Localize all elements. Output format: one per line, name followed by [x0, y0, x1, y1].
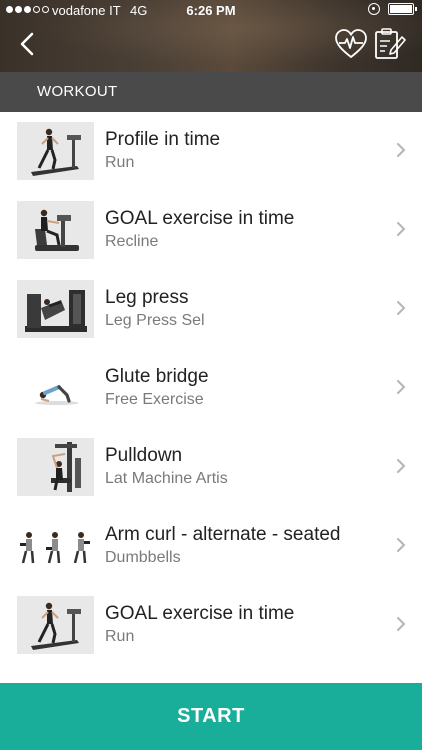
- exercise-subtitle: Run: [105, 628, 135, 645]
- clipboard-button[interactable]: [372, 28, 406, 60]
- chevron-right-icon: [397, 222, 406, 236]
- recline-bike-image: [17, 201, 94, 259]
- leg-press-image: [17, 280, 94, 338]
- exercise-row[interactable]: Pulldown Lat Machine Artis: [0, 428, 422, 507]
- chevron-right-icon: [397, 459, 406, 473]
- health-button[interactable]: [334, 28, 368, 60]
- exercise-title: Glute bridge: [105, 366, 209, 387]
- chevron-right-icon: [397, 380, 406, 394]
- back-chevron-icon: [20, 32, 34, 56]
- exercise-subtitle: Leg Press Sel: [105, 312, 205, 329]
- exercise-row[interactable]: Profile in time Run: [0, 112, 422, 191]
- exercise-thumbnail: [17, 122, 94, 180]
- exercise-title: GOAL exercise in time: [105, 603, 295, 624]
- clipboard-edit-icon: [375, 28, 406, 59]
- header: vodafone IT 4G 6:26 PM: [0, 0, 422, 72]
- treadmill-image: [17, 596, 94, 654]
- exercise-subtitle: Recline: [105, 233, 159, 250]
- exercise-thumbnail: [17, 280, 94, 338]
- heart-rate-icon: [335, 29, 367, 59]
- treadmill-image: [17, 122, 94, 180]
- back-button[interactable]: [14, 30, 42, 58]
- glute-bridge-image: [17, 359, 94, 417]
- exercise-thumbnail: [17, 596, 94, 654]
- exercise-title: GOAL exercise in time: [105, 208, 295, 229]
- exercise-row[interactable]: GOAL exercise in time Recline: [0, 191, 422, 270]
- exercise-title: Arm curl - alternate - seated: [105, 524, 341, 545]
- exercise-thumbnail: [17, 438, 94, 496]
- battery-icon: [388, 3, 417, 15]
- status-right: [368, 3, 417, 15]
- lat-pulldown-image: [17, 438, 94, 496]
- exercise-thumbnail: [17, 201, 94, 259]
- chevron-right-icon: [397, 301, 406, 315]
- status-bar: vodafone IT 4G 6:26 PM: [0, 0, 422, 22]
- rotation-lock-icon: [368, 3, 380, 15]
- section-title: WORKOUT: [37, 83, 118, 100]
- exercise-subtitle: Free Exercise: [105, 391, 204, 408]
- exercise-title: Pulldown: [105, 445, 183, 466]
- exercise-title: Profile in time: [105, 129, 221, 150]
- start-button[interactable]: START: [0, 683, 422, 750]
- status-time: 6:26 PM: [186, 3, 236, 18]
- exercise-thumbnail: [17, 359, 94, 417]
- exercise-title: Leg press: [105, 287, 189, 308]
- exercise-subtitle: Lat Machine Artis: [105, 470, 228, 487]
- exercise-subtitle: Run: [105, 154, 135, 171]
- exercise-thumbnail: [17, 517, 94, 575]
- exercise-row[interactable]: Arm curl - alternate - seated Dumbbells: [0, 507, 422, 586]
- exercise-row[interactable]: Leg press Leg Press Sel: [0, 270, 422, 349]
- exercise-subtitle: Dumbbells: [105, 549, 181, 566]
- section-header: WORKOUT: [0, 72, 422, 112]
- arm-curl-image: [17, 517, 94, 575]
- chevron-right-icon: [397, 143, 406, 157]
- chevron-right-icon: [397, 617, 406, 631]
- chevron-right-icon: [397, 538, 406, 552]
- exercise-row[interactable]: GOAL exercise in time Run: [0, 586, 422, 665]
- exercise-row[interactable]: Glute bridge Free Exercise: [0, 349, 422, 428]
